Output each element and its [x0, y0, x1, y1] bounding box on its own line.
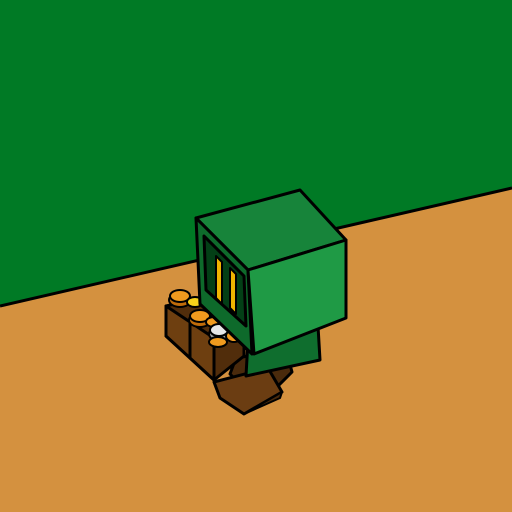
game-scene: [0, 0, 512, 512]
robot-screen-bar: [229, 267, 237, 315]
robot-screen-bar: [215, 255, 223, 305]
orange-coin: [208, 336, 228, 348]
